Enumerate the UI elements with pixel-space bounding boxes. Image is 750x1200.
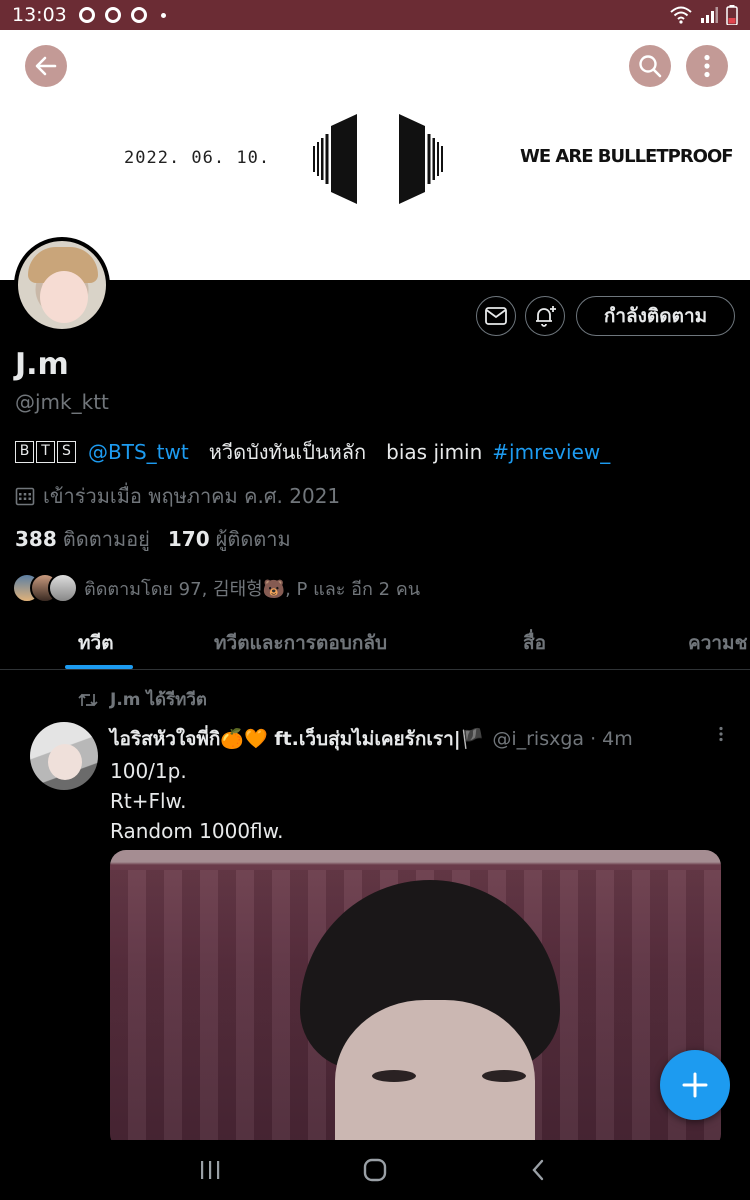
- following-count: 388: [15, 527, 57, 551]
- joined-date: เข้าร่วมเมื่อ พฤษภาคม ค.ศ. 2021: [15, 480, 340, 512]
- bio-mention-link[interactable]: @BTS_twt: [88, 440, 189, 464]
- followed-by-text: ติดตามโดย 97, 김태형🐻, P และ อีก 2 คน: [84, 578, 421, 600]
- profile-bio: B T S @BTS_twt หวีดบังทันเป็นหลัก bias j…: [15, 436, 610, 468]
- chrome-icon: [104, 7, 121, 23]
- tweet-header: ไอริสหัวใจพี่กิ🍊🧡 ft.เว็บสุ่มไม่เคยรักเร…: [110, 724, 633, 754]
- retweet-indicator: J.m ได้รีทวีต: [78, 686, 207, 713]
- more-options-button[interactable]: [686, 45, 728, 87]
- bio-text: bias jimin: [386, 440, 483, 464]
- bio-text: หวีดบังทันเป็นหลัก: [208, 440, 367, 464]
- profile-avatar[interactable]: [14, 237, 110, 333]
- system-back-button[interactable]: [516, 1154, 560, 1186]
- more-vertical-icon: [704, 54, 710, 78]
- tab-tweets-replies[interactable]: ทวีตและการตอบกลับ: [214, 628, 387, 658]
- tweet-more-button[interactable]: [718, 726, 724, 742]
- battery-icon: [726, 5, 738, 25]
- banner-slogan: WE ARE BULLETPROOF: [520, 146, 734, 167]
- bio-letter: S: [57, 441, 76, 463]
- tweet-line: 100/1p.: [110, 759, 187, 783]
- plus-icon: [682, 1072, 708, 1098]
- bio-letter: B: [15, 441, 34, 463]
- bio-hashtag-link[interactable]: #jmreview_: [492, 440, 610, 464]
- status-time: 13:03: [12, 4, 67, 26]
- back-button[interactable]: [25, 45, 67, 87]
- search-button[interactable]: [629, 45, 671, 87]
- tweet-author-meta[interactable]: @i_risxga · 4m: [492, 728, 632, 750]
- following-button[interactable]: กำลังติดตาม: [576, 296, 735, 336]
- following-label: ติดตามอยู่: [62, 527, 150, 551]
- search-icon: [639, 55, 662, 78]
- tab-tweets[interactable]: ทวีต: [78, 628, 114, 658]
- followers-link[interactable]: 170 ผู้ติดตาม: [168, 523, 291, 555]
- tab-likes[interactable]: ความช: [688, 628, 747, 658]
- compose-tweet-button[interactable]: [660, 1050, 730, 1120]
- notification-dot-icon: [160, 12, 166, 18]
- follow-stats: 388 ติดตามอยู่ 170 ผู้ติดตาม: [15, 523, 291, 555]
- recent-apps-button[interactable]: [188, 1154, 232, 1186]
- banner-date: 2022. 06. 10.: [124, 148, 271, 168]
- message-button[interactable]: [476, 296, 516, 336]
- chrome-icon: [78, 7, 95, 23]
- android-nav-bar: [0, 1140, 750, 1200]
- display-name: J.m: [15, 347, 69, 382]
- recents-icon: [201, 1161, 220, 1179]
- bell-plus-icon: [536, 306, 556, 327]
- followed-by[interactable]: ติดตามโดย 97, 김태형🐻, P และ อีก 2 คน: [12, 573, 420, 603]
- followers-count: 170: [167, 527, 210, 551]
- tweet-line: Random 1000flw.: [110, 819, 284, 843]
- tweet-line: Rt+Flw.: [110, 789, 187, 813]
- more-vertical-icon: [719, 726, 723, 742]
- signal-icon: [701, 7, 718, 23]
- notifications-button[interactable]: [525, 296, 565, 336]
- wifi-icon: [670, 6, 692, 24]
- retweet-label[interactable]: J.m ได้รีทวีต: [110, 686, 207, 713]
- tweet-author-avatar[interactable]: [30, 722, 98, 790]
- envelope-icon: [485, 307, 507, 325]
- profile-tabs: ทวีต ทวีตและการตอบกลับ สื่อ ความช: [0, 612, 750, 670]
- chevron-left-icon: [532, 1159, 544, 1181]
- joined-text: เข้าร่วมเมื่อ พฤษภาคม ค.ศ. 2021: [43, 484, 341, 508]
- chrome-icon: [130, 7, 147, 23]
- followers-label: ผู้ติดตาม: [215, 527, 291, 551]
- bts-logo: [313, 114, 443, 204]
- retweet-icon: [78, 693, 98, 706]
- tweet-media-image[interactable]: [110, 850, 721, 1150]
- tweet-author-name[interactable]: ไอริสหัวใจพี่กิ🍊🧡 ft.เว็บสุ่มไม่เคยรักเร…: [110, 724, 484, 754]
- home-button[interactable]: [353, 1154, 397, 1186]
- tab-media[interactable]: สื่อ: [523, 628, 546, 658]
- tweet-text: 100/1p. Rt+Flw. Random 1000flw.: [110, 756, 284, 846]
- following-link[interactable]: 388 ติดตามอยู่: [15, 523, 150, 555]
- calendar-icon: [15, 487, 35, 506]
- bio-letter: T: [36, 441, 55, 463]
- arrow-left-icon: [35, 56, 57, 76]
- avatar: [48, 573, 78, 603]
- home-icon: [363, 1158, 387, 1182]
- profile-handle: @jmk_ktt: [15, 390, 109, 414]
- active-tab-indicator: [65, 665, 133, 669]
- status-bar: 13:03: [0, 0, 750, 30]
